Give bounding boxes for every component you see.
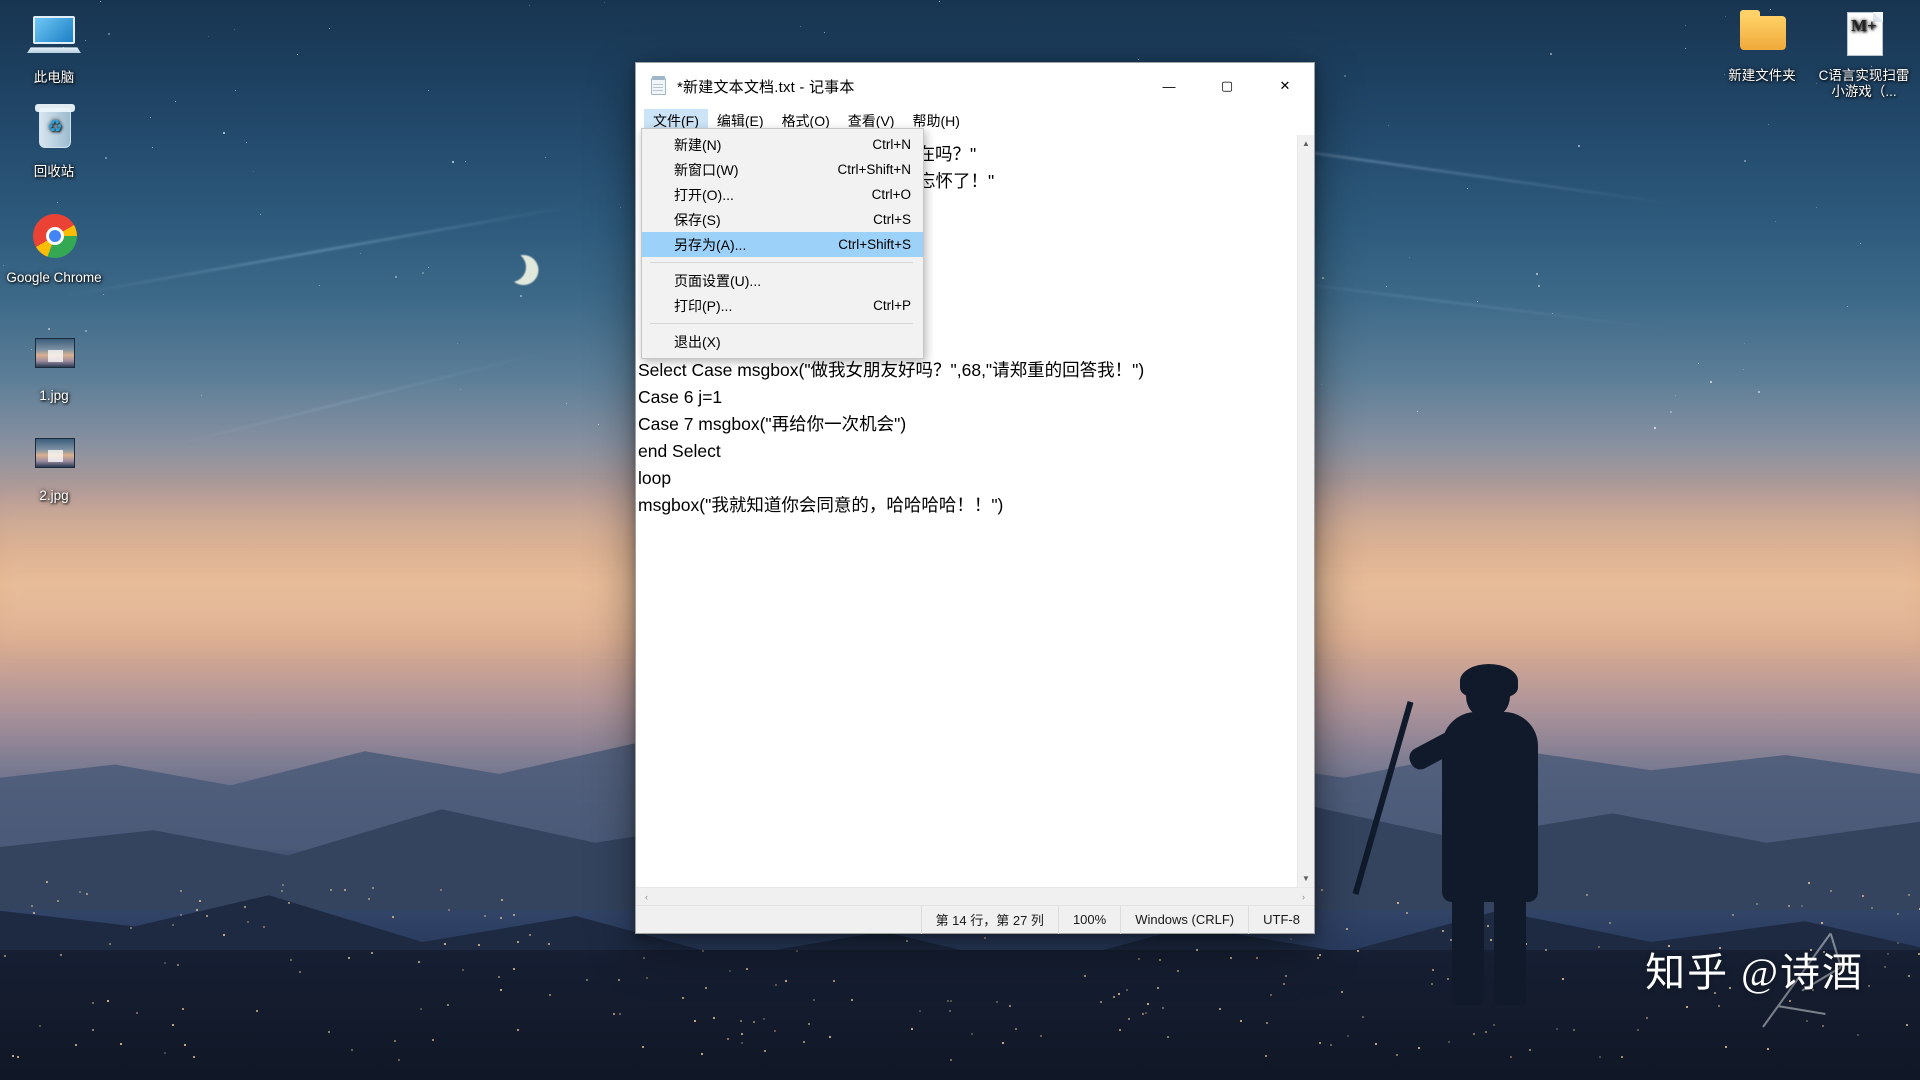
menu-item-label: 页面设置(U)... — [674, 272, 762, 289]
title-bar[interactable]: *新建文本文档.txt - 记事本 — ▢ ✕ — [636, 63, 1314, 109]
menu-item-accel: Ctrl+S — [873, 212, 911, 227]
menu-item-label: 退出(X) — [674, 333, 721, 350]
zhihu-watermark: 知乎 @诗酒 — [1645, 950, 1864, 995]
menu-separator — [650, 323, 913, 324]
desktop-icon-new-folder[interactable]: 新建文件夹 — [1710, 8, 1814, 84]
desktop-icon-label: 回收站 — [33, 164, 75, 179]
foreground-ground — [0, 950, 1920, 1080]
menu-item-page-setup[interactable]: 页面设置(U)... — [642, 268, 923, 293]
menu-item-accel: Ctrl+P — [873, 298, 911, 313]
desktop: 知乎 @诗酒 此电脑 ♻ 回收站 Google Chrome 1.jpg 2.j… — [0, 0, 1920, 1080]
status-zoom-level: 100% — [1057, 905, 1120, 934]
person-silhouette — [1352, 664, 1590, 1005]
menu-item-label: 打开(O)... — [674, 186, 734, 203]
desktop-icon-c-minesweeper-doc[interactable]: M+ C语言实现扫雷小游戏（... — [1812, 8, 1916, 100]
menu-item-print[interactable]: 打印(P)... Ctrl+P — [642, 293, 923, 318]
desktop-icon-label: 2.jpg — [39, 488, 69, 503]
menu-item-label: 打印(P)... — [674, 297, 733, 314]
menu-item-label: 新窗口(W) — [674, 161, 739, 178]
image-file-icon — [27, 328, 81, 384]
menu-item-exit[interactable]: 退出(X) — [642, 329, 923, 354]
menu-item-new-window[interactable]: 新窗口(W) Ctrl+Shift+N — [642, 157, 923, 182]
desktop-icon-2jpg[interactable]: 2.jpg — [6, 428, 102, 504]
notepad-icon — [650, 76, 668, 96]
menu-item-save-as[interactable]: 另存为(A)... Ctrl+Shift+S — [642, 232, 923, 257]
desktop-icon-label: 1.jpg — [39, 388, 69, 403]
scroll-down-arrow[interactable]: ▼ — [1298, 870, 1315, 887]
desktop-icon-label: 新建文件夹 — [1728, 68, 1796, 83]
status-cursor-position: 第 14 行，第 27 列 — [920, 905, 1058, 934]
menu-item-accel: Ctrl+N — [872, 137, 911, 152]
menu-item-new[interactable]: 新建(N) Ctrl+N — [642, 132, 923, 157]
image-file-icon — [27, 428, 81, 484]
folder-icon — [1735, 8, 1789, 64]
status-encoding: UTF-8 — [1248, 905, 1314, 934]
window-title: *新建文本文档.txt - 记事本 — [677, 78, 855, 96]
close-button[interactable]: ✕ — [1256, 63, 1314, 109]
vertical-scrollbar[interactable]: ▲ ▼ — [1297, 135, 1314, 887]
desktop-icon-1jpg[interactable]: 1.jpg — [6, 328, 102, 404]
menu-item-open[interactable]: 打开(O)... Ctrl+O — [642, 182, 923, 207]
document-icon: M+ — [1837, 8, 1891, 64]
scroll-right-arrow[interactable]: › — [1295, 888, 1312, 905]
recycle-bin-icon: ♻ — [27, 104, 81, 160]
horizontal-scrollbar[interactable]: ‹ › — [636, 887, 1314, 905]
status-bar: 第 14 行，第 27 列 100% Windows (CRLF) UTF-8 — [636, 905, 1314, 934]
file-dropdown-menu: 新建(N) Ctrl+N 新窗口(W) Ctrl+Shift+N 打开(O)..… — [641, 128, 924, 359]
desktop-icon-label: 此电脑 — [33, 70, 75, 85]
menu-item-label: 保存(S) — [674, 211, 721, 228]
menu-item-label: 新建(N) — [674, 136, 722, 153]
maximize-button[interactable]: ▢ — [1198, 63, 1256, 109]
this-pc-icon — [27, 10, 81, 66]
desktop-icon-label: C语言实现扫雷小游戏（... — [1818, 68, 1910, 99]
menu-item-accel: Ctrl+Shift+N — [837, 162, 911, 177]
menu-separator — [650, 262, 913, 263]
desktop-icon-recycle-bin[interactable]: ♻ 回收站 — [6, 104, 102, 180]
window-controls: — ▢ ✕ — [1140, 63, 1314, 109]
chrome-icon — [27, 210, 81, 266]
minimize-button[interactable]: — — [1140, 63, 1198, 109]
scroll-up-arrow[interactable]: ▲ — [1298, 135, 1315, 152]
menu-item-accel: Ctrl+Shift+S — [838, 237, 911, 252]
desktop-icon-google-chrome[interactable]: Google Chrome — [6, 210, 102, 286]
scroll-left-arrow[interactable]: ‹ — [638, 888, 655, 905]
menu-item-save[interactable]: 保存(S) Ctrl+S — [642, 207, 923, 232]
menu-item-accel: Ctrl+O — [871, 187, 911, 202]
status-line-ending: Windows (CRLF) — [1120, 905, 1248, 934]
menu-item-label: 另存为(A)... — [674, 236, 747, 253]
desktop-icon-this-pc[interactable]: 此电脑 — [6, 10, 102, 86]
desktop-icon-label: Google Chrome — [6, 270, 102, 285]
